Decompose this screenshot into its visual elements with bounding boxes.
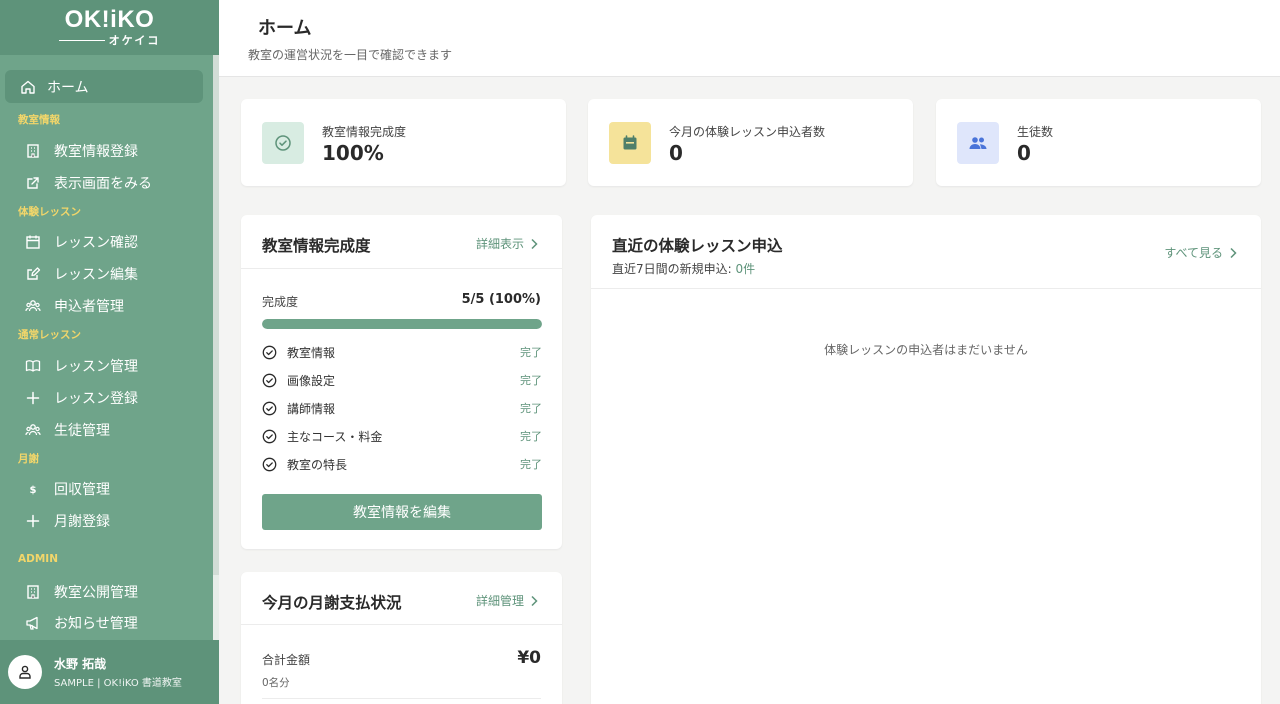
section-school-info: 教室情報 xyxy=(18,114,60,126)
avatar xyxy=(8,655,42,689)
sidebar-item-lesson-edit[interactable]: レッスン編集 xyxy=(0,259,210,289)
check-item-school-info[interactable]: 教室情報 完了 xyxy=(262,342,542,362)
stat-value: 0 xyxy=(669,141,683,165)
users-icon xyxy=(24,297,42,315)
check-item-features[interactable]: 教室の特長 完了 xyxy=(262,454,542,474)
check-circle-icon xyxy=(262,429,277,444)
sidebar-item-home[interactable]: ホーム xyxy=(5,70,203,103)
check-item-instructor[interactable]: 講師情報 完了 xyxy=(262,398,542,418)
stat-label: 今月の体験レッスン申込者数 xyxy=(669,125,826,139)
check-circle-icon xyxy=(262,401,277,416)
building-icon xyxy=(24,583,42,601)
sidebar-item-view-display[interactable]: 表示画面をみる xyxy=(0,168,210,198)
sidebar: OK!iKO オケイコ ホーム 教室情報 教室情報登録 表示画面をみる 体験レッ… xyxy=(0,0,219,704)
page-description: 教室の運営状況を一目で確認できます xyxy=(248,48,453,62)
user-name: 水野 拓哉 xyxy=(54,657,107,671)
check-circle-icon xyxy=(262,345,277,360)
completion-value: 5/5 (100%) xyxy=(461,292,541,307)
stat-card-completion: 教室情報完成度 100% xyxy=(241,99,566,186)
recent-applications-card: 直近の体験レッスン申込 直近7日間の新規申込: 0件 すべて見る 体験レッスンの… xyxy=(591,215,1261,704)
total-value: ¥0 xyxy=(517,648,541,668)
home-icon xyxy=(19,78,37,96)
recent-count: 0件 xyxy=(735,262,756,276)
check-item-image[interactable]: 画像設定 完了 xyxy=(262,370,542,390)
stat-label: 教室情報完成度 xyxy=(322,125,407,139)
stat-card-trial-applicants: 今月の体験レッスン申込者数 0 xyxy=(588,99,913,186)
recent-subtitle: 直近7日間の新規申込: 0件 xyxy=(612,262,756,276)
sidebar-item-student-manage[interactable]: 生徒管理 xyxy=(0,415,210,445)
stat-value: 0 xyxy=(1017,141,1031,165)
calendar-icon xyxy=(24,233,42,251)
check-item-courses[interactable]: 主なコース・料金 完了 xyxy=(262,426,542,446)
check-circle-icon xyxy=(262,457,277,472)
sidebar-item-school-register[interactable]: 教室情報登録 xyxy=(0,136,210,166)
completion-title: 教室情報完成度 xyxy=(262,237,371,255)
sidebar-item-collection-manage[interactable]: $ 回収管理 xyxy=(0,474,210,504)
empty-message: 体験レッスンの申込者はまだいません xyxy=(824,343,1028,357)
section-admin: ADMIN xyxy=(18,553,58,565)
user-profile[interactable]: 水野 拓哉 SAMPLE | OK!iKO 書道教室 xyxy=(0,640,219,704)
section-trial: 体験レッスン xyxy=(18,206,81,218)
plus-icon xyxy=(24,389,42,407)
building-icon xyxy=(24,142,42,160)
logo[interactable]: OK!iKO オケイコ xyxy=(0,0,219,55)
chevron-right-icon xyxy=(531,595,538,606)
calendar-icon xyxy=(609,122,651,164)
completion-card: 教室情報完成度 詳細表示 完成度 5/5 (100%) 教室情報 完了 画像設定… xyxy=(241,215,562,549)
stat-value: 100% xyxy=(322,141,384,165)
completion-detail-link[interactable]: 詳細表示 xyxy=(476,235,538,252)
sidebar-scrollbar[interactable] xyxy=(213,55,219,640)
sidebar-item-notice-manage[interactable]: お知らせ管理 xyxy=(0,608,210,638)
sidebar-item-lesson-manage[interactable]: レッスン管理 xyxy=(0,351,210,381)
user-school: SAMPLE | OK!iKO 書道教室 xyxy=(54,678,182,689)
book-icon xyxy=(24,357,42,375)
sidebar-item-fee-register[interactable]: 月謝登録 xyxy=(0,506,210,536)
see-all-link[interactable]: すべて見る xyxy=(1164,244,1237,261)
section-regular: 通常レッスン xyxy=(18,329,81,341)
users-icon xyxy=(957,122,999,164)
monthly-fee-card: 今月の月謝支払状況 詳細管理 合計金額 ¥0 0名分 xyxy=(241,572,562,704)
dollar-icon: $ xyxy=(24,480,42,498)
chevron-right-icon xyxy=(531,238,538,249)
sidebar-nav: ホーム 教室情報 教室情報登録 表示画面をみる 体験レッスン レッスン確認 レッ… xyxy=(0,55,219,640)
sidebar-item-lesson-confirm[interactable]: レッスン確認 xyxy=(0,227,210,257)
logo-sub: オケイコ xyxy=(58,32,161,48)
external-link-icon xyxy=(24,174,42,192)
monthly-fee-title: 今月の月謝支払状況 xyxy=(262,594,402,612)
users-icon xyxy=(24,421,42,439)
user-icon xyxy=(19,665,31,679)
sidebar-item-lesson-register[interactable]: レッスン登録 xyxy=(0,383,210,413)
edit-icon xyxy=(24,265,42,283)
edit-school-info-button[interactable]: 教室情報を編集 xyxy=(262,494,542,530)
plus-icon xyxy=(24,512,42,530)
stat-label: 生徒数 xyxy=(1017,125,1054,139)
page-header: ホーム 教室の運営状況を一目で確認できます xyxy=(219,0,1280,77)
completion-progress xyxy=(262,319,542,329)
svg-text:$: $ xyxy=(30,485,37,496)
check-circle-icon xyxy=(262,373,277,388)
completion-label: 完成度 xyxy=(262,295,299,309)
total-label: 合計金額 xyxy=(262,653,311,667)
total-count: 0名分 xyxy=(262,677,290,689)
check-circle-icon xyxy=(262,122,304,164)
megaphone-icon xyxy=(24,614,42,632)
sidebar-item-applicant-manage[interactable]: 申込者管理 xyxy=(0,291,210,321)
stat-card-students: 生徒数 0 xyxy=(936,99,1261,186)
page-title: ホーム xyxy=(258,18,312,39)
recent-title: 直近の体験レッスン申込 xyxy=(612,237,783,255)
logo-main: OK!iKO xyxy=(64,6,155,33)
monthly-fee-detail-link[interactable]: 詳細管理 xyxy=(476,592,538,609)
sidebar-item-school-publish[interactable]: 教室公開管理 xyxy=(0,577,210,607)
chevron-right-icon xyxy=(1230,247,1237,258)
section-monthly: 月謝 xyxy=(18,453,39,465)
